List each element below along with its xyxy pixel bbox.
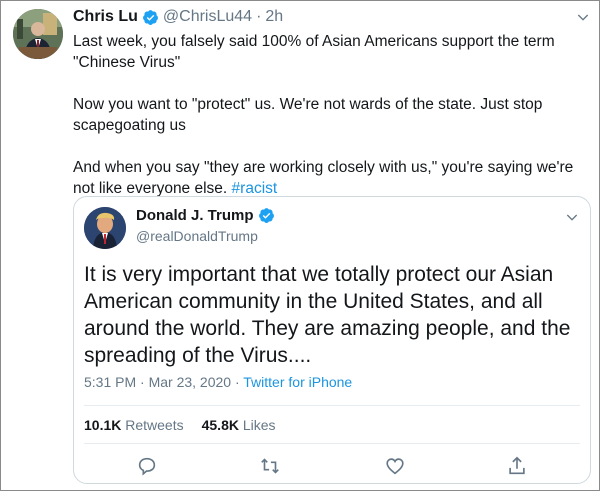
- action-bar: [74, 455, 590, 479]
- tweet-timestamp[interactable]: 2h: [265, 8, 283, 26]
- retweets-label: Retweets: [125, 417, 184, 433]
- author-handle[interactable]: @ChrisLu44: [163, 8, 252, 26]
- divider: [84, 405, 580, 406]
- chevron-down-icon[interactable]: [564, 209, 580, 225]
- engagement-stats: 10.1K Retweets 45.8K Likes: [84, 417, 276, 433]
- quoted-author-handle[interactable]: @realDonaldTrump: [136, 228, 258, 244]
- retweets-count: 10.1K: [84, 417, 122, 433]
- share-icon[interactable]: [506, 455, 528, 477]
- tweet-source-link[interactable]: Twitter for iPhone: [243, 374, 352, 390]
- verified-badge-icon: [258, 208, 274, 223]
- avatar[interactable]: [13, 9, 63, 59]
- reply-icon[interactable]: [136, 455, 158, 477]
- tweet-paragraph: Now you want to "protect" us. We're not …: [73, 96, 543, 134]
- quoted-timestamp[interactable]: 5:31 PM · Mar 23, 2020: [84, 374, 231, 390]
- chevron-down-icon[interactable]: [575, 9, 591, 25]
- tweet-paragraph: Last week, you falsely said 100% of Asia…: [73, 33, 555, 71]
- retweet-icon[interactable]: [259, 455, 281, 477]
- likes-label: Likes: [242, 417, 276, 433]
- tweet-body: Last week, you falsely said 100% of Asia…: [73, 31, 593, 199]
- quoted-header: Donald J. Trump: [136, 207, 279, 224]
- quoted-tweet[interactable]: Donald J. Trump @realDonaldTrump It is v…: [73, 196, 591, 484]
- quoted-tweet-meta: 5:31 PM · Mar 23, 2020 · Twitter for iPh…: [84, 374, 352, 390]
- avatar-photo: [13, 9, 63, 59]
- author-name[interactable]: Chris Lu: [73, 8, 138, 26]
- quoted-avatar-photo: [84, 207, 126, 249]
- likes-count: 45.8K: [201, 417, 239, 433]
- hashtag-link[interactable]: #racist: [232, 180, 278, 197]
- quoted-avatar[interactable]: [84, 207, 126, 249]
- divider: [84, 443, 580, 444]
- retweets-stat[interactable]: 10.1K Retweets: [84, 417, 184, 433]
- tweet-card: Chris Lu @ChrisLu44 · 2h Last week, you …: [0, 0, 600, 491]
- likes-stat[interactable]: 45.8K Likes: [202, 417, 276, 433]
- heart-icon[interactable]: [384, 455, 406, 477]
- verified-badge-icon: [142, 9, 158, 25]
- header-separator: ·: [256, 8, 262, 25]
- meta-separator: ·: [231, 374, 244, 390]
- tweet-paragraph-text: And when you say "they are working close…: [73, 159, 574, 197]
- quoted-author-name[interactable]: Donald J. Trump: [136, 207, 254, 224]
- quoted-tweet-text: It is very important that we totally pro…: [84, 263, 571, 367]
- tweet-header: Chris Lu @ChrisLu44 · 2h: [73, 6, 283, 28]
- tweet-paragraph: And when you say "they are working close…: [73, 157, 593, 199]
